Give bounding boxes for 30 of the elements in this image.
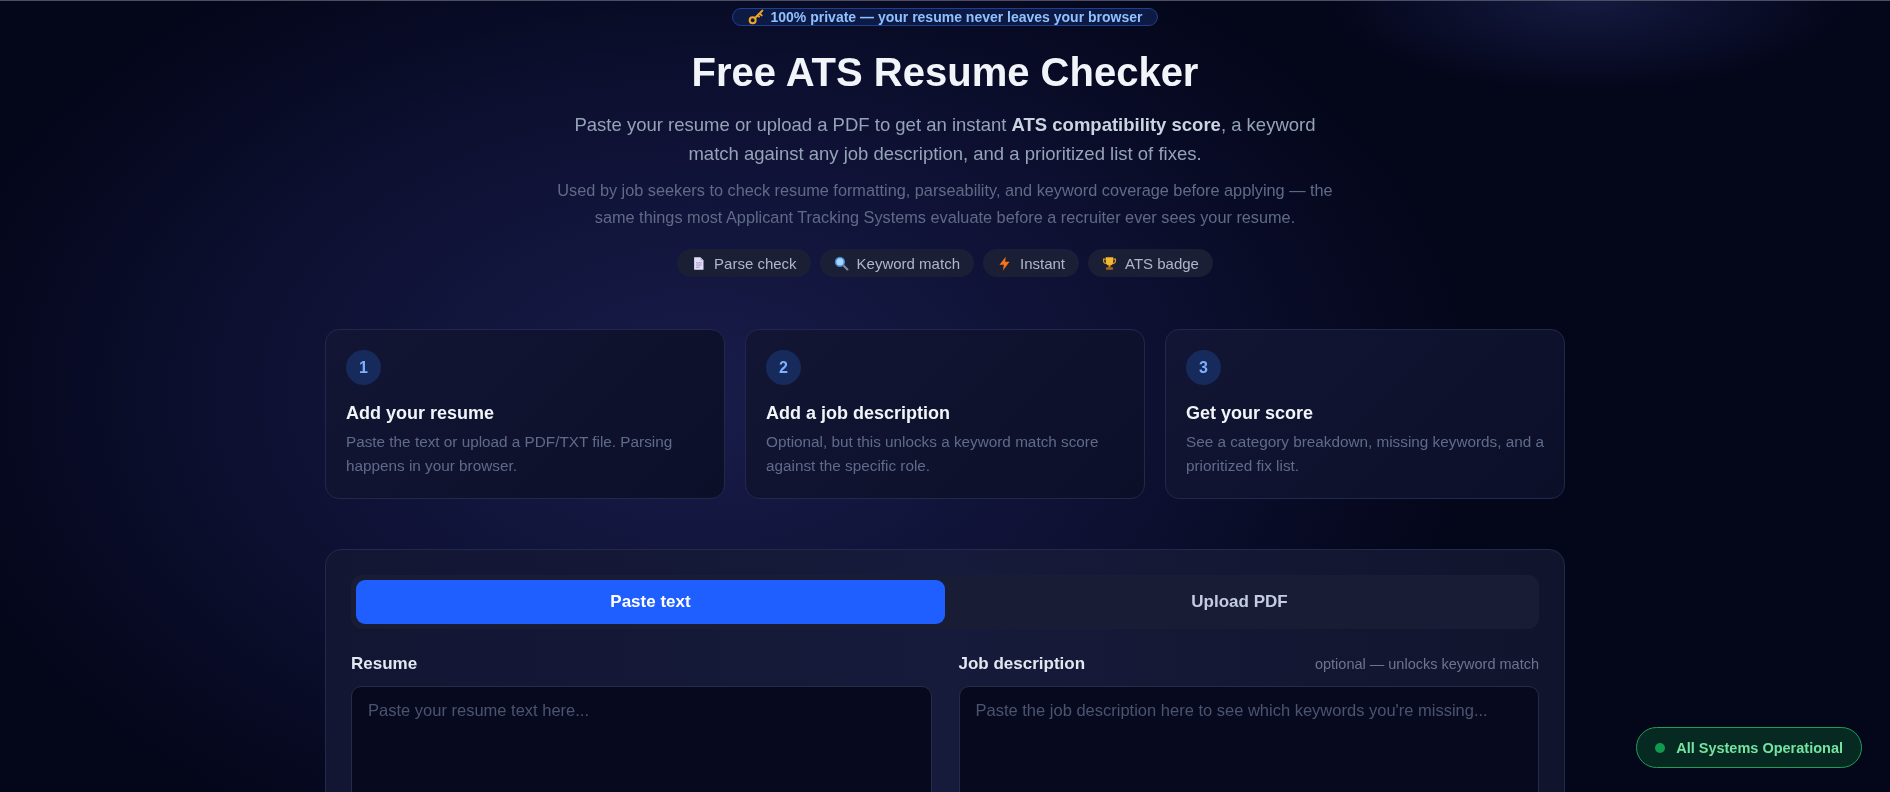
description-text: Used by job seekers to check resume formatting, parseability, and keyword coverage before applying — the same things most Applicant Tracking Systems evaluate before a recruiter ever sees your resume. [556, 180, 1334, 228]
step-description: Paste the text or upload a PDF/TXT file. Parsing happens in your browser. [346, 432, 674, 476]
search-icon [833, 255, 849, 271]
page-title: Free ATS Resume Checker [691, 49, 1199, 96]
field-label: Job description [958, 654, 1086, 674]
chip-label: Instant [1019, 254, 1065, 272]
intro-text: Paste your resume or upload a PDF to get an instant ATS compatibility score, a keyword match against any job description, and a prioritized list of fixes. [573, 113, 1317, 166]
resume-text-field[interactable]: Paste your resume text here... [351, 686, 932, 792]
trophy-icon [1102, 255, 1117, 271]
status-badge[interactable]: All Systems Operational [1636, 727, 1862, 768]
chip-label: ATS badge [1125, 254, 1199, 272]
step-description: See a category breakdown, missing keywords, and a prioritized fix list. [1186, 432, 1544, 476]
field-hint: optional — unlocks keyword match [1314, 656, 1539, 672]
step-number: 2 [766, 350, 801, 385]
step-title: Get your score [1186, 402, 1315, 425]
chip-label: Keyword match [856, 254, 960, 272]
step-description: Optional, but this unlocks a keyword match score against the specific role. [766, 432, 1100, 476]
privacy-note: 100% private — your resume never leaves your browser [770, 9, 1143, 25]
step-number: 1 [346, 350, 381, 385]
job-description-field[interactable]: Paste the job description here to see which keywords you're missing... [958, 686, 1539, 792]
step-number: 3 [1186, 350, 1221, 385]
step-title: Add your resume [346, 402, 496, 425]
document-icon [691, 255, 707, 271]
tab[interactable]: Paste text [356, 580, 945, 624]
status-dot-icon [1655, 742, 1666, 753]
field-label: Resume [351, 654, 418, 674]
chip-label: Parse check [714, 254, 797, 272]
key-icon [747, 9, 764, 25]
tab[interactable]: Upload PDF [945, 580, 1534, 624]
step-title: Add a job description [766, 402, 951, 425]
